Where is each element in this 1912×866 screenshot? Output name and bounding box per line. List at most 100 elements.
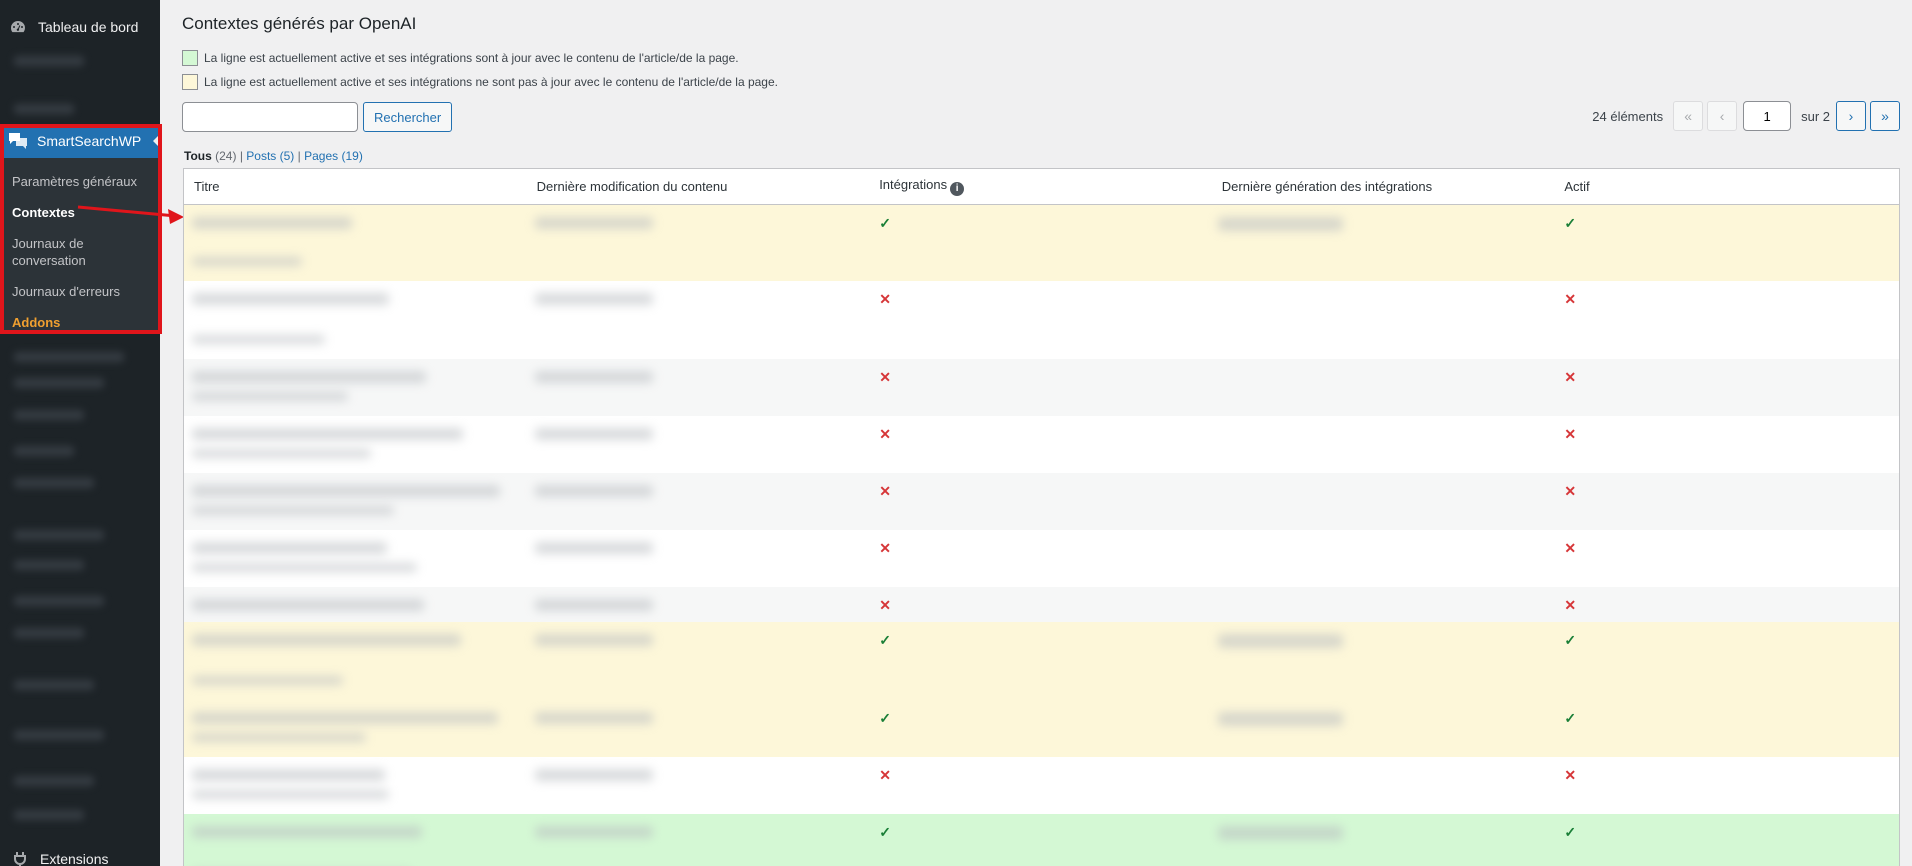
redacted-row-actions[interactable] — [192, 790, 389, 799]
smartsearchwp-submenu: Paramètres généraux Contextes Journaux d… — [0, 158, 160, 330]
cell-modified — [527, 757, 870, 814]
submenu-item-general-settings[interactable]: Paramètres généraux — [0, 166, 160, 197]
blurred-menu-item[interactable] — [14, 776, 94, 786]
cross-icon: ✕ — [879, 483, 891, 499]
cell-generated — [1212, 416, 1555, 473]
redacted-generated-date — [1217, 826, 1343, 840]
redacted-row-actions[interactable] — [192, 506, 394, 515]
redacted-title[interactable] — [192, 371, 426, 383]
redacted-modified-date — [534, 542, 653, 554]
blurred-menu-item[interactable] — [14, 530, 104, 540]
blurred-menu-item[interactable] — [14, 446, 74, 456]
blurred-menu-item[interactable] — [14, 730, 104, 740]
submenu-item-error-logs[interactable]: Journaux d'erreurs — [0, 276, 160, 307]
cell-embeddings: ✕ — [869, 587, 1212, 622]
column-header-active[interactable]: Actif — [1554, 179, 1899, 194]
legend-swatch-green — [182, 50, 198, 66]
redacted-row-actions[interactable] — [192, 563, 417, 572]
table-row[interactable]: ✕ ✕ — [184, 587, 1899, 622]
blurred-menu-item[interactable] — [14, 560, 84, 570]
cell-modified — [527, 622, 870, 700]
blurred-menu-item[interactable] — [14, 680, 94, 690]
blurred-menu-item[interactable] — [14, 810, 84, 820]
blurred-menu-item[interactable] — [14, 478, 94, 488]
redacted-row-actions[interactable] — [192, 257, 302, 266]
blurred-menu-item[interactable] — [14, 596, 104, 606]
check-icon: ✓ — [1564, 824, 1577, 840]
redacted-modified-date — [534, 428, 653, 440]
table-row[interactable]: ✓ ✓ — [184, 622, 1899, 700]
blurred-menu-item[interactable] — [14, 410, 84, 420]
redacted-modified-date — [534, 293, 653, 305]
redacted-modified-date — [534, 826, 653, 838]
redacted-title[interactable] — [192, 293, 389, 305]
blurred-menu-item[interactable] — [14, 104, 74, 114]
search-input[interactable] — [182, 102, 358, 132]
cell-modified — [527, 281, 870, 359]
redacted-title[interactable] — [192, 485, 500, 497]
cell-generated — [1212, 205, 1555, 281]
cell-title — [184, 814, 527, 866]
redacted-title[interactable] — [192, 542, 387, 554]
cross-icon: ✕ — [879, 597, 891, 613]
redacted-modified-date — [534, 769, 653, 781]
last-page-button[interactable]: » — [1870, 101, 1900, 131]
table-row[interactable]: ✕ ✕ — [184, 416, 1899, 473]
filter-pages[interactable]: Pages (19) — [304, 149, 363, 163]
cell-active: ✓ — [1554, 814, 1899, 866]
menu-item-smartsearchwp[interactable]: SmartSearchWP — [0, 124, 160, 158]
column-header-generated[interactable]: Dernière génération des intégrations — [1212, 179, 1555, 194]
redacted-row-actions[interactable] — [192, 335, 325, 344]
table-row[interactable]: ✓ ✓ — [184, 814, 1899, 866]
table-row[interactable]: ✕ ✕ — [184, 359, 1899, 416]
redacted-row-actions[interactable] — [192, 392, 348, 401]
check-icon: ✓ — [879, 215, 891, 231]
table-row[interactable]: ✓ ✓ — [184, 700, 1899, 757]
table-row[interactable]: ✓ ✓ — [184, 205, 1899, 281]
table-row[interactable]: ✕ ✕ — [184, 757, 1899, 814]
submenu-item-addons[interactable]: Addons — [0, 307, 160, 338]
redacted-title[interactable] — [192, 769, 385, 781]
redacted-title[interactable] — [192, 712, 498, 724]
blurred-menu-item[interactable] — [14, 352, 124, 362]
menu-item-dashboard[interactable]: Tableau de bord — [0, 8, 160, 46]
blurred-menu-item[interactable] — [14, 628, 84, 638]
redacted-row-actions[interactable] — [192, 733, 366, 742]
redacted-title[interactable] — [192, 217, 352, 229]
redacted-title[interactable] — [192, 826, 422, 838]
redacted-row-actions[interactable] — [192, 676, 343, 685]
next-page-button[interactable]: › — [1836, 101, 1866, 131]
column-header-embeddings[interactable]: Intégrations i — [869, 177, 1212, 196]
cross-icon: ✕ — [1564, 426, 1577, 442]
filter-all[interactable]: Tous (24) — [184, 149, 236, 163]
menu-item-extensions[interactable]: Extensions — [0, 848, 160, 866]
legend-uptodate: La ligne est actuellement active et ses … — [182, 50, 739, 66]
table-row[interactable]: ✕ ✕ — [184, 530, 1899, 587]
redacted-title[interactable] — [192, 599, 424, 611]
filter-posts[interactable]: Posts (5) — [246, 149, 294, 163]
submenu-item-conversation-logs[interactable]: Journaux de conversation — [0, 228, 160, 276]
blurred-menu-item[interactable] — [14, 378, 104, 388]
table-row[interactable]: ✕ ✕ — [184, 281, 1899, 359]
redacted-title[interactable] — [192, 634, 461, 646]
redacted-generated-date — [1217, 712, 1343, 726]
admin-sidebar: Tableau de bord SmartSearchWP Paramètres… — [0, 0, 160, 866]
column-header-modified[interactable]: Dernière modification du contenu — [527, 179, 870, 194]
filter-posts-label: Posts — [246, 149, 277, 163]
info-icon[interactable]: i — [950, 181, 965, 196]
cell-embeddings: ✕ — [869, 281, 1212, 359]
table-row[interactable]: ✕ ✕ — [184, 473, 1899, 530]
cross-icon: ✕ — [1564, 483, 1577, 499]
total-pages-label: sur 2 — [1801, 108, 1830, 124]
cell-generated — [1212, 530, 1555, 587]
redacted-row-actions[interactable] — [192, 449, 371, 458]
filter-posts-count: (5) — [279, 149, 295, 163]
filter-all-count: (24) — [215, 149, 237, 163]
cell-embeddings: ✓ — [869, 622, 1212, 700]
redacted-title[interactable] — [192, 428, 463, 440]
check-icon: ✓ — [1564, 632, 1577, 648]
blurred-menu-item[interactable] — [14, 56, 84, 66]
column-header-title[interactable]: Titre — [184, 179, 527, 194]
current-page-input[interactable] — [1743, 101, 1792, 131]
search-button[interactable]: Rechercher — [363, 102, 453, 132]
